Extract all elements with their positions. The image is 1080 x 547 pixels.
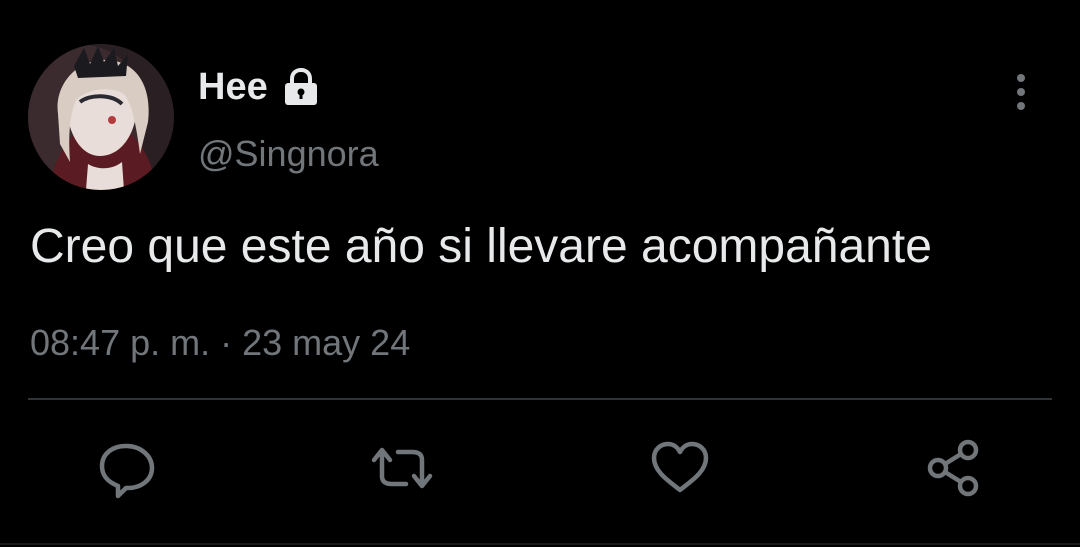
retweet-button[interactable] (370, 436, 434, 500)
more-vertical-icon[interactable] (1004, 72, 1038, 112)
tweet: Hee @Singnora Creo que este año si lleva… (0, 0, 1080, 547)
tweet-text: Creo que este año si llevare acompañante (30, 220, 932, 273)
divider (28, 398, 1052, 400)
tweet-timestamp[interactable]: 08:47 p. m. · 23 may 24 (30, 320, 410, 366)
retweet-icon (371, 447, 433, 489)
display-name[interactable]: Hee (198, 64, 322, 110)
bottom-divider (0, 543, 1080, 545)
heart-icon (651, 441, 709, 493)
user-handle[interactable]: @Singnora (198, 132, 379, 176)
meta-separator: · (220, 322, 233, 363)
tweet-date: 23 may 24 (242, 322, 411, 363)
avatar[interactable] (28, 44, 174, 190)
share-icon (927, 439, 979, 497)
lock-icon (280, 66, 322, 108)
tweet-time: 08:47 p. m. (30, 322, 211, 363)
display-name-text: Hee (198, 66, 268, 108)
like-button[interactable] (648, 436, 712, 500)
reply-button[interactable] (96, 436, 160, 500)
share-button[interactable] (924, 436, 988, 500)
reply-icon (99, 443, 155, 499)
